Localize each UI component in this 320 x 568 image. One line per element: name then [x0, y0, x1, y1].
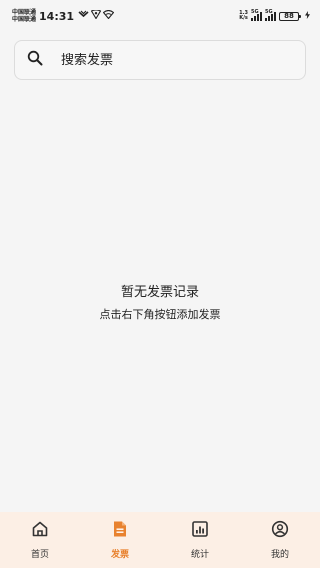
search-bar[interactable]: [14, 40, 306, 80]
carrier-2: 中国联通: [12, 16, 37, 23]
speed-unit: K/s: [239, 15, 248, 21]
nav-item-home[interactable]: 首页: [0, 512, 80, 568]
nav-item-profile[interactable]: 我的: [240, 512, 320, 568]
vpn-shield-icon: [90, 9, 102, 22]
nav-label-home: 首页: [30, 550, 49, 560]
charging-icon: [305, 11, 310, 21]
empty-state: 暂无发票记录 点击右下角按钮添加发票: [0, 281, 320, 322]
battery-level: 88: [284, 12, 294, 20]
bottom-nav: 首页 发票 统计 我的: [0, 512, 320, 568]
network-speed: 1.3 K/s: [239, 11, 248, 21]
search-input[interactable]: [61, 52, 281, 68]
nav-item-invoice[interactable]: 发票: [80, 512, 160, 568]
nav-label-stats: 统计: [190, 550, 209, 560]
battery-icon: 88: [279, 11, 301, 21]
profile-icon: [271, 520, 289, 542]
empty-state-title: 暂无发票记录: [120, 285, 199, 300]
signal-2-label: 5G: [265, 8, 273, 15]
nav-label-profile: 我的: [270, 550, 289, 560]
nav-item-stats[interactable]: 统计: [160, 512, 240, 568]
invoice-icon: [111, 520, 129, 542]
status-time: 14:31: [39, 9, 75, 23]
status-right: 1.3 K/s 5G 5G 88: [239, 8, 310, 21]
carrier-stack: 中国联通 中国联通: [12, 9, 36, 23]
empty-state-hint: 点击右下角按钮添加发票: [99, 308, 221, 321]
search-icon: [27, 50, 43, 70]
carrier-1: 中国联通: [12, 9, 37, 16]
signal-1-icon: 5G: [251, 8, 262, 21]
notification-icon: [78, 10, 89, 22]
status-bar: 中国联通 中国联通 14:31 1.3 K/s 5G 5G 88: [0, 0, 320, 32]
stats-icon: [191, 520, 209, 542]
wifi-icon: [102, 9, 115, 22]
signal-2-icon: 5G: [265, 8, 276, 21]
nav-label-invoice: 发票: [110, 550, 129, 560]
signal-1-label: 5G: [251, 8, 259, 15]
home-icon: [31, 520, 49, 542]
